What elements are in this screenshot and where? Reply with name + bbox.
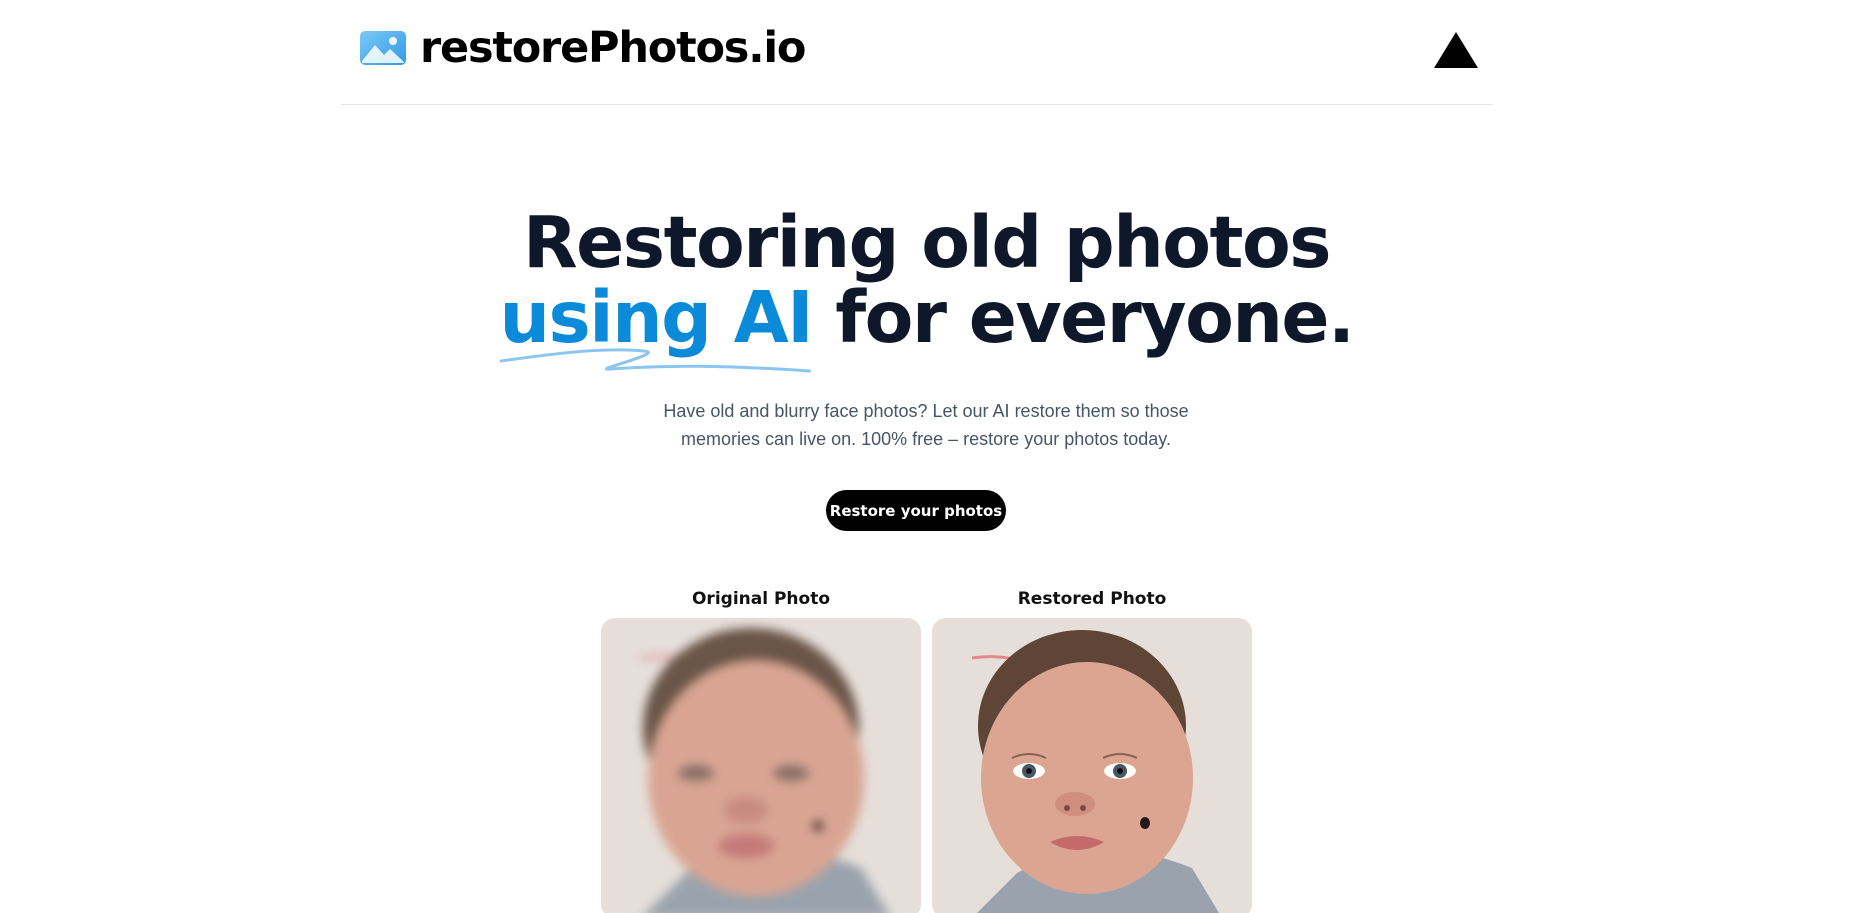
- baby-photo-original: [601, 618, 921, 913]
- underline-squiggle-icon: [500, 348, 812, 373]
- restored-photo-label: Restored Photo: [1017, 589, 1167, 609]
- hero-headline: Restoring old photos using AI for everyo…: [0, 201, 1853, 373]
- headline-rest: for everyone.: [812, 276, 1355, 359]
- original-photo-label: Original Photo: [691, 589, 831, 609]
- hero-subtitle: Have old and blurry face photos? Let our…: [663, 401, 1189, 449]
- image-icon: [360, 31, 406, 65]
- headline-line-2: using AI for everyone.: [0, 280, 1853, 373]
- vercel-triangle-icon: [1434, 32, 1478, 68]
- original-photo: [601, 618, 921, 913]
- restored-photo: [932, 618, 1252, 913]
- baby-photo-restored: [932, 618, 1252, 913]
- brand-link[interactable]: restorePhotos.io: [360, 20, 806, 76]
- brand-name: restorePhotos.io: [420, 23, 806, 73]
- headline-line-1: Restoring old photos: [522, 201, 1332, 284]
- restore-photos-button[interactable]: Restore your photos: [826, 490, 1006, 531]
- hero-section: Restoring old photos using AI for everyo…: [0, 201, 1853, 373]
- headline-accent: using AI: [499, 280, 814, 373]
- site-header: restorePhotos.io: [341, 0, 1493, 105]
